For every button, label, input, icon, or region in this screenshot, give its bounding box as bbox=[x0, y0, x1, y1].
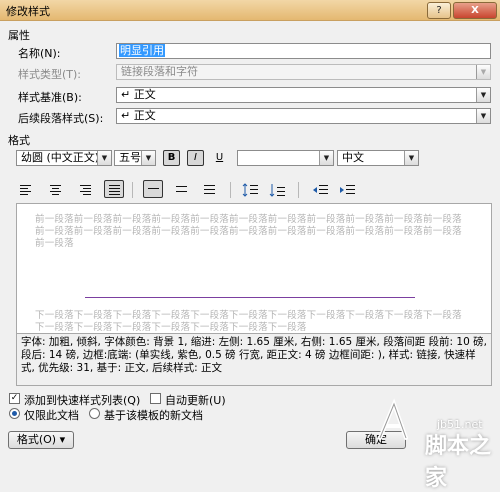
chevron-down-icon: ▼ bbox=[476, 109, 490, 123]
font-select[interactable]: 幼圆 (中文正文) ▼ bbox=[16, 150, 112, 166]
add-quick-style-checkbox[interactable]: ✓ bbox=[9, 393, 20, 404]
window-title: 修改样式 bbox=[6, 5, 50, 18]
style-preview: 前一段落前一段落前一段落前一段落前一段落前一段落前一段落前一段落前一段落前一段落… bbox=[16, 203, 492, 334]
name-field[interactable]: 明显引用 bbox=[116, 43, 491, 59]
increase-spacing-button[interactable] bbox=[241, 181, 261, 199]
format-heading: 格式 bbox=[8, 134, 30, 147]
chevron-down-icon: ▼ bbox=[141, 151, 155, 165]
increase-spacing-icon bbox=[242, 183, 258, 197]
chevron-down-icon: ▼ bbox=[97, 151, 111, 165]
increase-indent-button[interactable] bbox=[338, 181, 358, 199]
name-label: 名称(N): bbox=[18, 47, 61, 60]
font-color-select[interactable]: ▼ bbox=[237, 150, 334, 166]
only-this-document-radio[interactable] bbox=[9, 408, 20, 419]
align-center-icon bbox=[50, 185, 61, 197]
watermark-brand: 脚本之家 bbox=[425, 434, 492, 491]
one-half-spacing-button[interactable] bbox=[172, 181, 192, 199]
next-style-value: ↵ 正文 bbox=[121, 109, 156, 122]
bottom-border-line bbox=[85, 297, 415, 298]
font-value: 幼圆 (中文正文) bbox=[21, 151, 100, 164]
next-style-label: 后续段落样式(S): bbox=[18, 112, 104, 125]
double-spacing-icon bbox=[204, 185, 215, 196]
based-on-value: ↵ 正文 bbox=[121, 88, 156, 101]
watermark-logo-icon bbox=[378, 398, 408, 440]
script-value: 中文 bbox=[342, 151, 364, 164]
align-right-button[interactable] bbox=[76, 181, 96, 199]
next-style-select[interactable]: ↵ 正文 ▼ bbox=[116, 108, 491, 124]
close-button[interactable]: X bbox=[453, 2, 497, 19]
one-half-spacing-icon bbox=[176, 186, 187, 194]
chevron-down-icon: ▼ bbox=[476, 88, 490, 102]
style-type-label: 样式类型(T): bbox=[18, 68, 82, 81]
toolbar-divider bbox=[132, 182, 133, 198]
name-value: 明显引用 bbox=[119, 44, 165, 57]
check-icon: ✓ bbox=[10, 393, 19, 403]
justify-icon bbox=[109, 185, 120, 197]
double-spacing-button[interactable] bbox=[200, 181, 220, 199]
outdent-icon bbox=[313, 185, 328, 194]
toolbar-divider bbox=[230, 182, 231, 198]
chevron-down-icon: ▼ bbox=[319, 151, 333, 165]
font-size-select[interactable]: 五号 ▼ bbox=[114, 150, 156, 166]
title-bar: 修改样式 ? X bbox=[0, 0, 500, 21]
single-spacing-icon bbox=[148, 188, 159, 191]
chevron-down-icon: ▼ bbox=[404, 151, 418, 165]
add-quick-style-label: 添加到快速样式列表(Q) bbox=[24, 394, 141, 407]
properties-heading: 属性 bbox=[8, 29, 30, 42]
auto-update-checkbox[interactable] bbox=[150, 393, 161, 404]
next-paragraph-text: 下一段落下一段落下一段落下一段落下一段落下一段落下一段落下一段落下一段落下一段落… bbox=[35, 310, 462, 333]
font-size-value: 五号 bbox=[119, 151, 141, 164]
format-menu-button[interactable]: 格式(O) ▾ bbox=[8, 431, 74, 449]
italic-button[interactable]: I bbox=[187, 150, 204, 166]
decrease-spacing-button[interactable] bbox=[268, 181, 288, 199]
style-type-value: 链接段落和字符 bbox=[121, 65, 198, 78]
chevron-down-icon: ▼ bbox=[476, 65, 490, 79]
decrease-indent-button[interactable] bbox=[311, 181, 331, 199]
single-spacing-button[interactable] bbox=[143, 180, 163, 198]
decrease-spacing-icon bbox=[269, 184, 285, 197]
new-documents-label: 基于该模板的新文档 bbox=[104, 409, 203, 422]
based-on-label: 样式基准(B): bbox=[18, 91, 82, 104]
align-right-icon bbox=[80, 185, 91, 197]
toolbar-divider bbox=[298, 182, 299, 198]
only-this-document-label: 仅限此文档 bbox=[24, 409, 79, 422]
underline-button[interactable]: U bbox=[211, 150, 228, 166]
bold-button[interactable]: B bbox=[163, 150, 180, 166]
new-documents-radio[interactable] bbox=[89, 408, 100, 419]
auto-update-label: 自动更新(U) bbox=[165, 394, 226, 407]
style-description: 字体: 加粗, 倾斜, 字体颜色: 背景 1, 缩进: 左侧: 1.65 厘米,… bbox=[16, 334, 492, 386]
justify-button[interactable] bbox=[104, 180, 124, 198]
align-left-icon bbox=[20, 185, 31, 197]
script-select[interactable]: 中文 ▼ bbox=[337, 150, 419, 166]
based-on-select[interactable]: ↵ 正文 ▼ bbox=[116, 87, 491, 103]
previous-paragraph-text: 前一段落前一段落前一段落前一段落前一段落前一段落前一段落前一段落前一段落前一段落… bbox=[35, 214, 462, 249]
align-center-button[interactable] bbox=[46, 181, 66, 199]
indent-icon bbox=[340, 185, 355, 194]
align-left-button[interactable] bbox=[16, 181, 36, 199]
help-button[interactable]: ? bbox=[427, 2, 451, 19]
style-type-select[interactable]: 链接段落和字符 ▼ bbox=[116, 64, 491, 80]
